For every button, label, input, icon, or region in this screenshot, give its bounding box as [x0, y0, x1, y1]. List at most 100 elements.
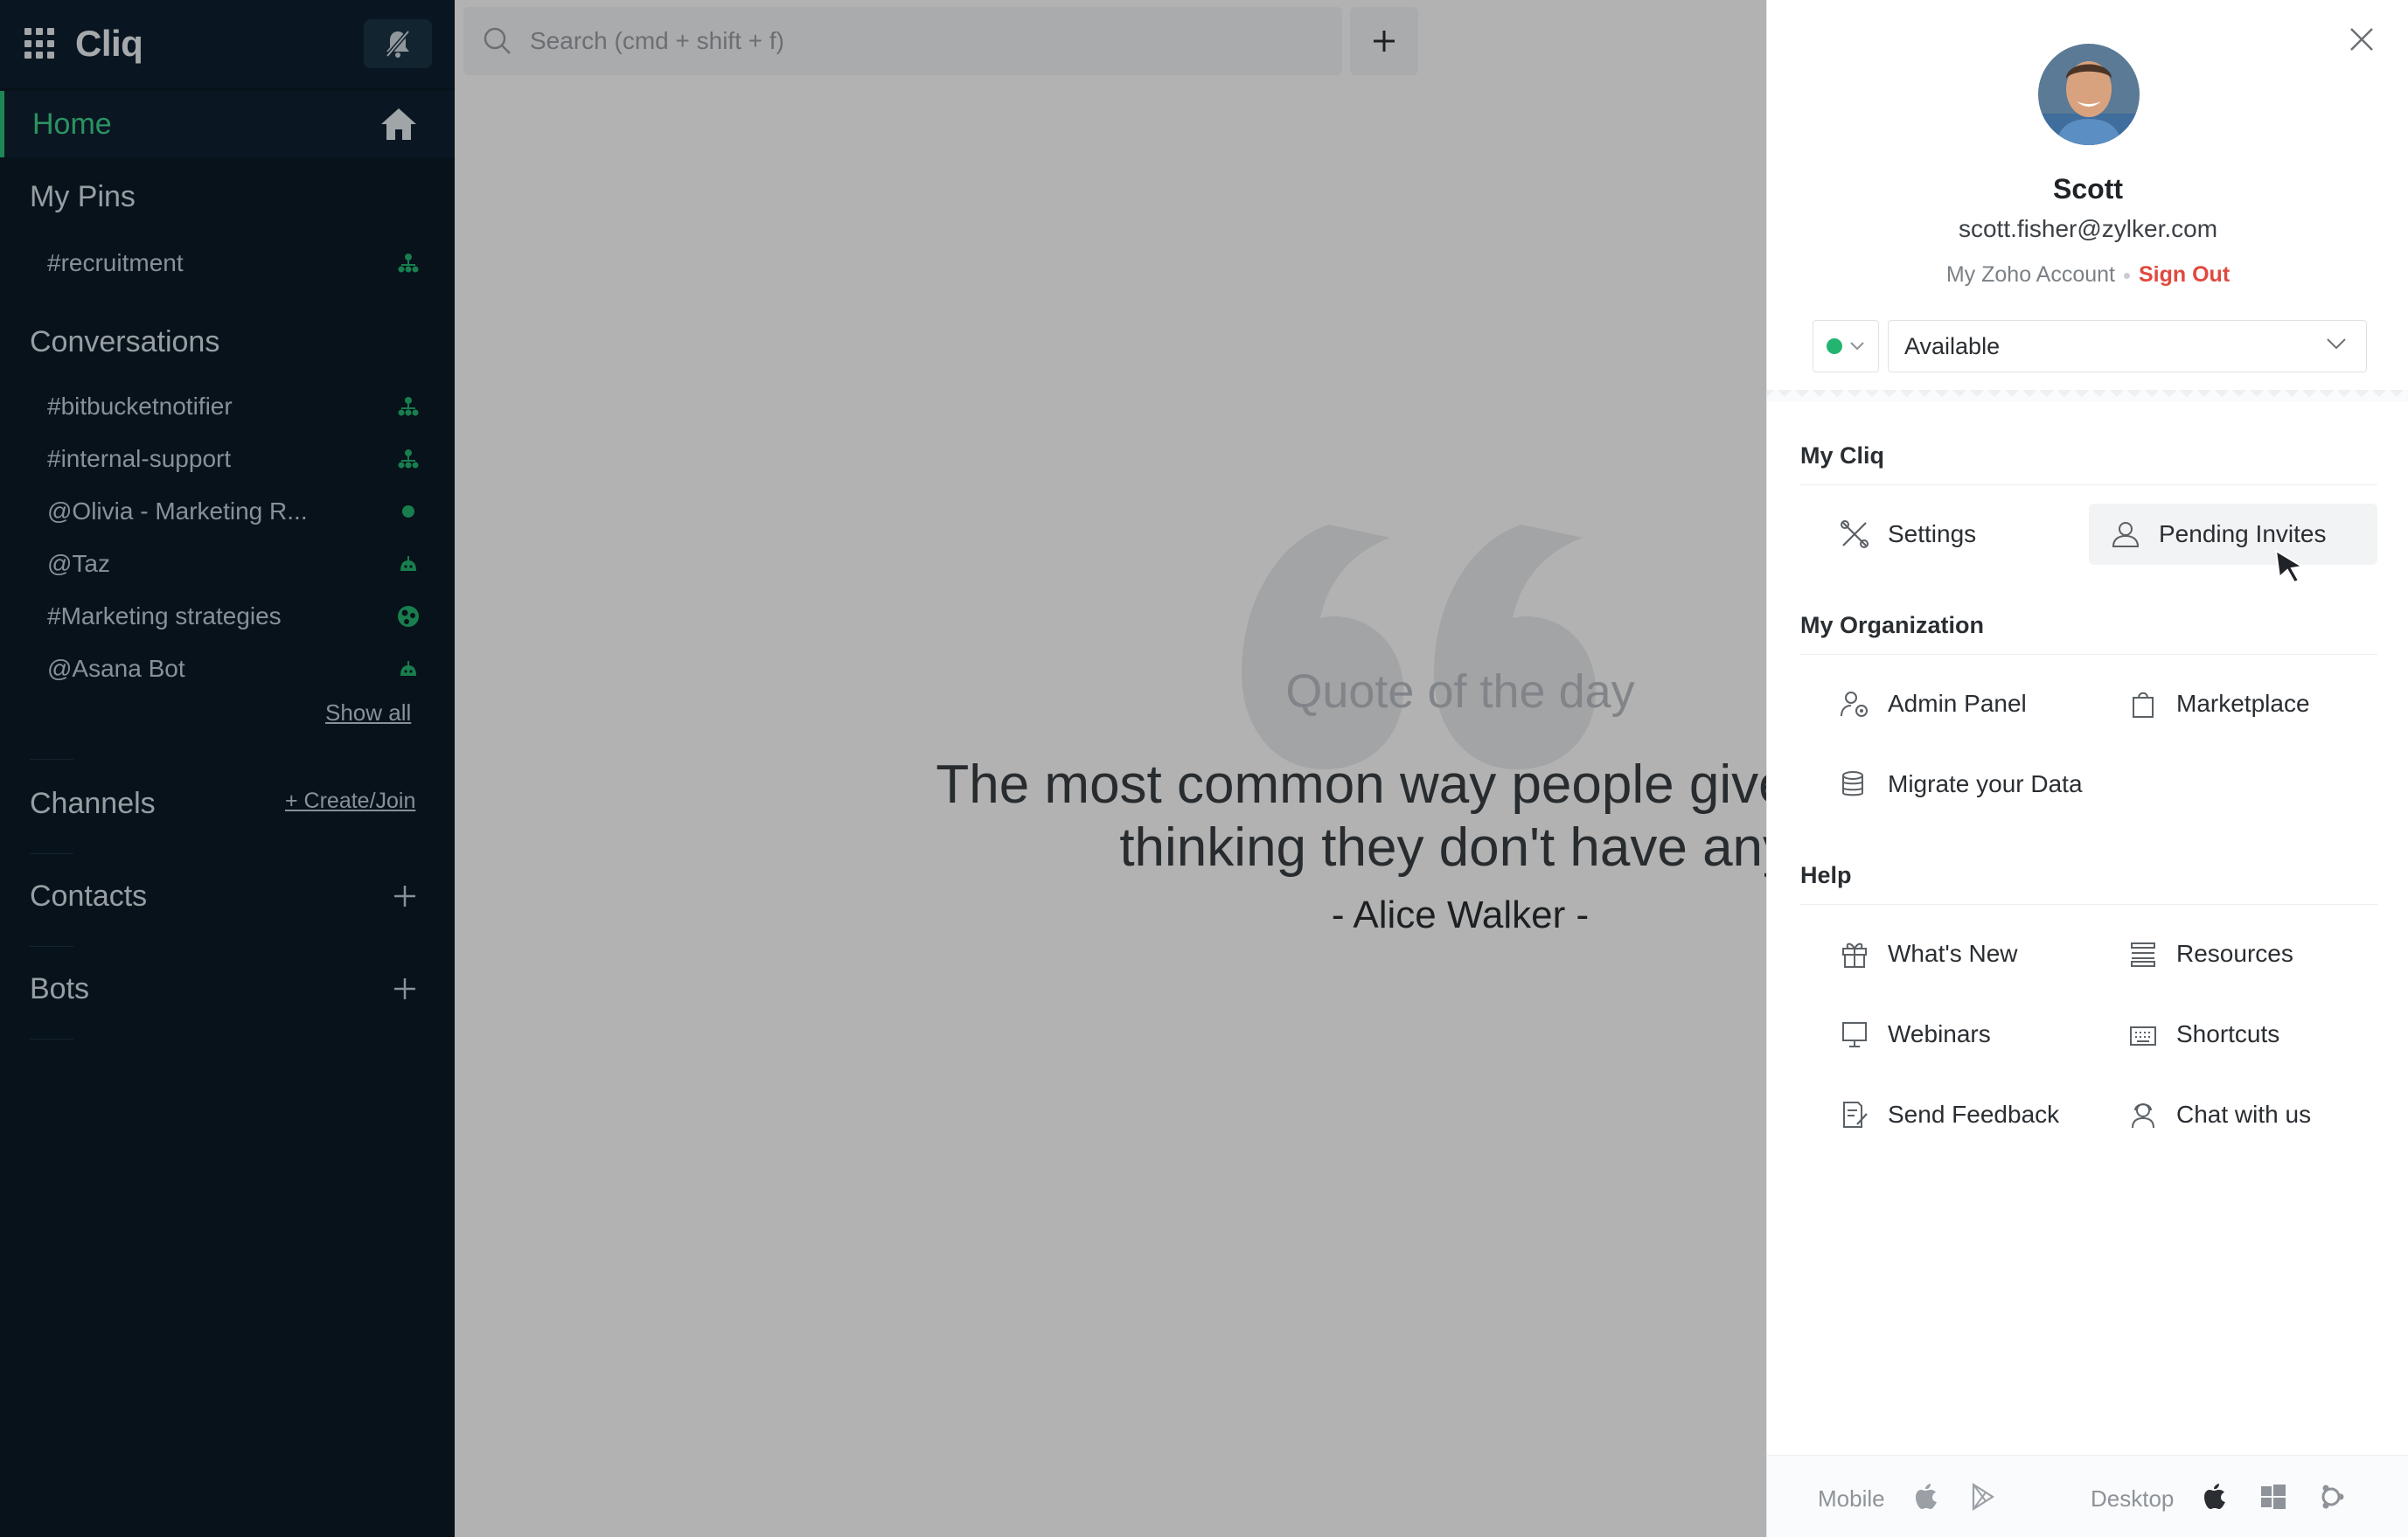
avatar[interactable] [2038, 44, 2140, 145]
conversation-item[interactable]: @Asana Bot [47, 647, 420, 691]
whats-new-label: What's New [1888, 940, 2018, 967]
sign-out-link[interactable]: Sign Out [2139, 262, 2230, 287]
settings-button[interactable]: Settings [1818, 504, 2080, 565]
my-cliq-title: My Cliq [1800, 442, 1885, 469]
desktop-label: Desktop [2091, 1485, 2175, 1512]
chevron-down-icon [1850, 342, 1864, 351]
tools-icon [1839, 518, 1870, 550]
help-title: Help [1800, 862, 1852, 888]
create-join-channel-link[interactable]: + Create/Join [285, 789, 415, 814]
conversation-item[interactable]: #bitbucketnotifier [47, 385, 420, 428]
app-window: Cliq Home My Pins #recruitment Conversat… [0, 0, 2408, 1537]
bots-title[interactable]: Bots [30, 972, 89, 1006]
resources-label: Resources [2176, 940, 2293, 967]
conversation-label: #Marketing strategies [47, 602, 282, 629]
pin-item-recruitment[interactable]: #recruitment [47, 241, 420, 285]
shopping-bag-icon [2127, 688, 2159, 720]
conversation-label: @Asana Bot [47, 655, 185, 682]
webinars-label: Webinars [1888, 1020, 1991, 1047]
send-feedback-button[interactable]: Send Feedback [1818, 1084, 2080, 1145]
migrate-data-button[interactable]: Migrate your Data [1818, 754, 2168, 815]
send-feedback-label: Send Feedback [1888, 1101, 2060, 1128]
webinars-button[interactable]: Webinars [1818, 1004, 2080, 1065]
pending-invites-label: Pending Invites [2159, 520, 2327, 547]
channels-title[interactable]: Channels [30, 787, 156, 821]
chevron-down-icon [2327, 338, 2346, 350]
add-bot-icon[interactable] [392, 976, 418, 1002]
search-icon [484, 27, 511, 54]
sidebar-item-home[interactable]: Home [0, 91, 455, 157]
status-dot [1827, 338, 1842, 354]
conversation-item[interactable]: @Olivia - Marketing R... [47, 490, 420, 533]
feedback-icon [1839, 1099, 1870, 1130]
profile-email: scott.fisher@zylker.com [1958, 215, 2218, 242]
conversation-label: @Olivia - Marketing R... [47, 497, 308, 525]
group-divider [1800, 904, 2377, 905]
conversation-label: #bitbucketnotifier [47, 393, 233, 420]
whats-new-button[interactable]: What's New [1818, 923, 2080, 984]
section-divider [30, 946, 73, 947]
plus-icon [1374, 31, 1395, 52]
home-label: Home [32, 107, 112, 141]
app-switcher-icon[interactable] [24, 28, 56, 59]
group-divider [1800, 654, 2377, 655]
main-content: Search (cmd + shift + f) Quote of the da… [455, 0, 1985, 1537]
bot-icon [397, 553, 420, 575]
chat-with-us-label: Chat with us [2176, 1101, 2312, 1128]
conversations-title[interactable]: Conversations [30, 325, 219, 359]
stack-icon [2127, 938, 2159, 970]
pending-invites-button[interactable]: Pending Invites [2089, 504, 2377, 565]
search-input[interactable]: Search (cmd + shift + f) [530, 27, 784, 55]
sidebar-header: Cliq [0, 0, 455, 87]
windows-icon[interactable] [2258, 1482, 2288, 1512]
sidebar: Cliq Home My Pins #recruitment Conversat… [0, 0, 455, 1537]
conversation-label: #internal-support [47, 445, 232, 472]
my-zoho-account-link[interactable]: My Zoho Account [1946, 262, 2115, 287]
pin-label: #recruitment [47, 249, 184, 276]
conversation-item[interactable]: #internal-support [47, 437, 420, 481]
contacts-title[interactable]: Contacts [30, 880, 147, 914]
conversation-item[interactable]: #Marketing strategies [47, 595, 420, 638]
linux-ubuntu-icon[interactable] [2316, 1482, 2346, 1512]
separator-dot [2124, 272, 2130, 279]
status-color-picker[interactable] [1813, 320, 1879, 372]
resources-button[interactable]: Resources [2106, 923, 2377, 984]
mobile-label: Mobile [1818, 1485, 1885, 1512]
globe-icon [397, 605, 420, 628]
profile-name: Scott [2053, 173, 2123, 205]
status-select[interactable]: Available [1888, 320, 2367, 372]
divider-wave [1767, 390, 2408, 402]
quote-mark-icon [1242, 525, 1596, 769]
settings-label: Settings [1888, 520, 1977, 547]
section-divider [30, 853, 73, 854]
admin-panel-label: Admin Panel [1888, 690, 2027, 717]
my-pins-title[interactable]: My Pins [30, 180, 136, 214]
apple-icon[interactable] [1912, 1482, 1942, 1512]
online-status-dot [397, 500, 420, 523]
app-logo: Cliq [75, 23, 143, 64]
channel-org-icon [397, 252, 420, 275]
group-divider [1800, 484, 2377, 485]
shortcuts-button[interactable]: Shortcuts [2106, 1004, 2377, 1065]
mouse-cursor-icon [2274, 549, 2305, 584]
apple-icon[interactable] [2201, 1482, 2231, 1512]
gift-icon [1839, 938, 1870, 970]
database-icon [1839, 768, 1870, 800]
admin-panel-button[interactable]: Admin Panel [1818, 673, 2080, 734]
add-contact-icon[interactable] [392, 883, 418, 909]
profile-panel: Scott scott.fisher@zylker.com My Zoho Ac… [1766, 0, 2408, 1537]
google-play-icon[interactable] [1968, 1482, 1998, 1512]
marketplace-label: Marketplace [2176, 690, 2310, 717]
marketplace-button[interactable]: Marketplace [2106, 673, 2377, 734]
profile-links: My Zoho Account Sign Out [1767, 262, 2408, 288]
my-organization-title: My Organization [1800, 612, 1985, 638]
search-bar[interactable]: Search (cmd + shift + f) [463, 7, 1342, 75]
chat-with-us-button[interactable]: Chat with us [2106, 1084, 2377, 1145]
new-chat-button[interactable] [1350, 7, 1418, 75]
user-icon [2110, 518, 2141, 550]
close-icon[interactable] [2347, 24, 2377, 54]
conversation-item[interactable]: @Taz [47, 542, 420, 586]
show-all-link[interactable]: Show all [325, 699, 411, 727]
mute-notifications-button[interactable] [364, 19, 432, 68]
download-apps-footer: Mobile Desktop [1767, 1455, 2408, 1537]
